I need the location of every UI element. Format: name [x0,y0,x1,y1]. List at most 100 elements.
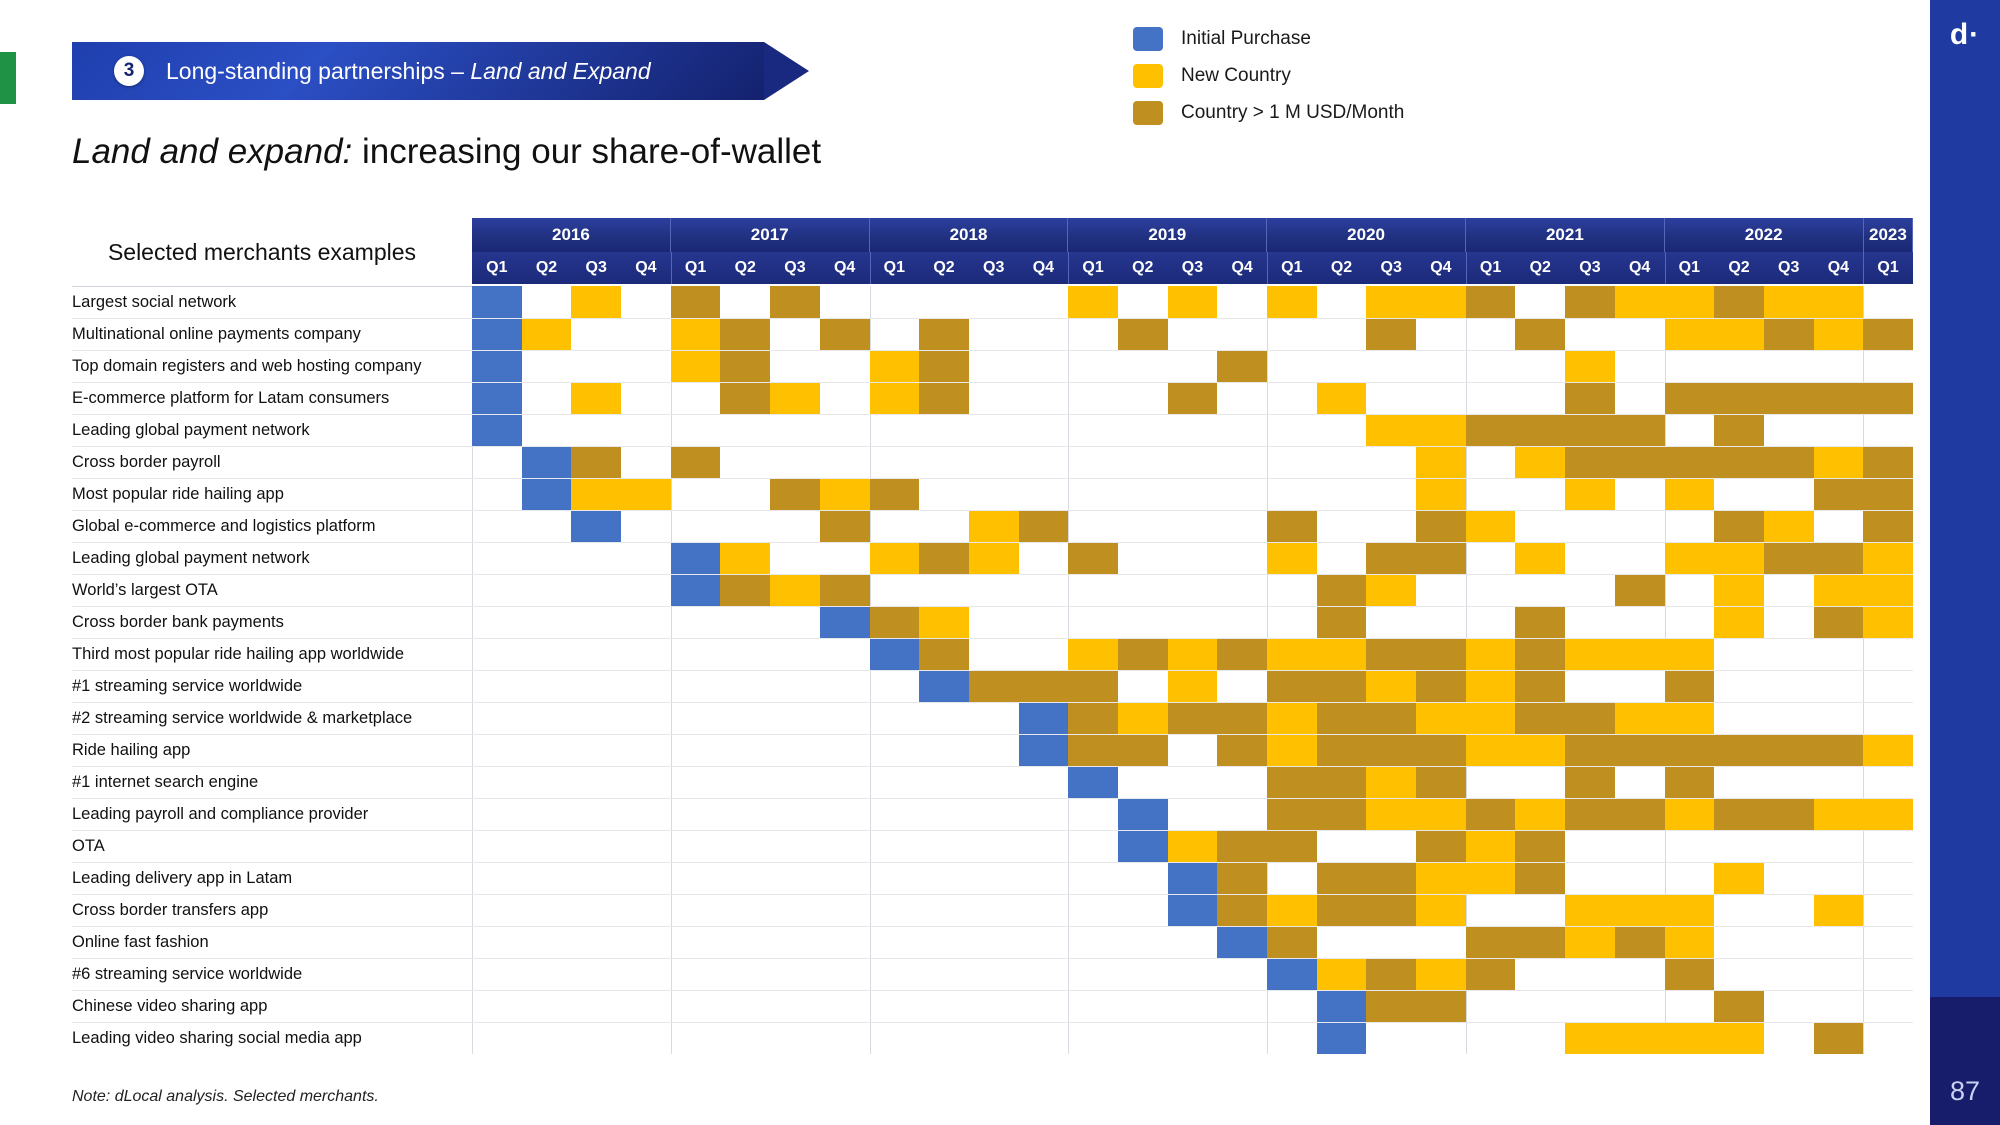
heatmap-cell-2021Q2 [1515,447,1566,478]
heatmap-cell-2018Q4 [1019,447,1069,478]
cell-fill-new-country [1167,639,1218,670]
heatmap-cell-2020Q3 [1366,991,1417,1022]
heatmap-cell-2019Q1 [1068,383,1118,414]
cell-fill-country-1-m-usd-month [1366,991,1417,1022]
heatmap-cell-2022Q1 [1664,351,1715,382]
heatmap-cell-2020Q1 [1267,863,1317,894]
heatmap-cell-2022Q3 [1763,511,1814,542]
heatmap-cell-2017Q3 [770,799,820,830]
cell-fill-new-country [1316,383,1367,414]
heatmap-cell-2022Q4 [1814,831,1864,862]
heatmap-cell-2021Q4 [1614,927,1665,958]
cell-fill-country-1-m-usd-month [1068,703,1118,734]
heatmap-cell-2020Q1 [1267,351,1317,382]
cell-fill-country-1-m-usd-month [1565,767,1615,798]
heatmap-cell-2016Q3 [571,415,621,446]
heatmap-cell-2023Q1 [1863,959,1913,990]
heatmap-cell-2021Q2 [1515,511,1565,542]
cell-fill-country-1-m-usd-month [1813,607,1864,638]
cell-fill-country-1-m-usd-month [1465,927,1516,958]
heatmap-cell-2016Q2 [522,767,572,798]
heatmap-cell-2019Q4 [1217,447,1267,478]
heatmap-cell-2020Q3 [1366,767,1417,798]
cell-fill-country-1-m-usd-month [1416,543,1466,574]
heatmap-cell-2019Q1 [1068,607,1118,638]
heatmap-cell-2020Q1 [1267,639,1317,670]
heatmap-cell-2021Q3 [1565,383,1615,414]
heatmap-cell-2019Q4 [1217,575,1267,606]
heatmap-cell-2021Q1 [1465,286,1516,318]
heatmap-cell-2018Q2 [919,479,969,510]
cell-fill-country-1-m-usd-month [1316,607,1367,638]
heatmap-cell-2017Q4 [820,927,870,958]
heatmap-cell-2020Q3 [1366,286,1417,318]
heatmap-cell-2016Q2 [522,543,572,574]
heatmap-cell-2019Q4 [1217,351,1267,382]
heatmap-cell-2017Q1 [670,286,721,318]
heatmap-cell-2017Q2 [720,991,770,1022]
cell-fill-country-1-m-usd-month [571,447,622,478]
cell-fill-new-country [1465,703,1516,734]
heatmap-cell-2022Q1 [1664,511,1715,542]
heatmap-cell-2020Q2 [1317,831,1367,862]
cell-fill-new-country [1316,959,1367,990]
heatmap-cell-2019Q2 [1118,575,1168,606]
heatmap-cell-2021Q1 [1465,895,1516,926]
heatmap-cell-2016Q1 [472,511,522,542]
heatmap-cell-2019Q2 [1118,671,1168,702]
heatmap-cell-2018Q3 [969,831,1019,862]
heatmap-cell-2021Q4 [1614,1023,1665,1054]
heatmap-cell-2018Q2 [919,831,969,862]
heatmap-row [472,574,1914,606]
heatmap-cell-2020Q2 [1317,319,1367,350]
heatmap-cell-2021Q4 [1614,799,1665,830]
heatmap-cell-2017Q1 [670,991,721,1022]
heatmap-cell-2018Q2 [919,895,969,926]
cell-fill-new-country [1416,286,1466,318]
heatmap-cell-2018Q2 [919,286,969,318]
merchant-label: #1 streaming service worldwide [72,670,472,702]
heatmap-cell-2022Q2 [1714,511,1764,542]
cell-fill-new-country [1565,639,1615,670]
cell-fill-new-country [1267,895,1317,926]
cell-fill-new-country [521,319,572,350]
heatmap-cell-2022Q2 [1714,575,1764,606]
heatmap-cell-2019Q1 [1068,703,1118,734]
heatmap-cell-2017Q1 [670,575,721,606]
cell-fill-country-1-m-usd-month [1664,671,1715,702]
heatmap-cell-2017Q3 [770,607,820,638]
heatmap-cell-2017Q3 [770,863,820,894]
brand-rail: d· 87 [1930,0,2000,1125]
heatmap-cell-2021Q1 [1465,319,1516,350]
cell-fill-new-country [1515,447,1566,478]
heatmap-cell-2016Q4 [621,575,671,606]
heatmap-cell-2016Q4 [621,767,671,798]
heatmap-cell-2018Q3 [969,447,1019,478]
heatmap-cell-2016Q1 [472,479,522,510]
heatmap-cell-2017Q2 [720,959,770,990]
heatmap-cell-2022Q4 [1814,991,1864,1022]
heatmap-cell-2017Q2 [720,351,771,382]
cell-fill-country-1-m-usd-month [720,575,771,606]
heatmap-cell-2021Q2 [1515,767,1565,798]
heatmap-cell-2019Q4 [1217,543,1267,574]
heatmap-cell-2018Q2 [919,959,969,990]
heatmap-cell-2021Q4 [1614,415,1665,446]
heatmap-cell-2018Q1 [869,767,920,798]
heatmap-cell-2021Q2 [1515,1023,1565,1054]
heatmap-cell-2019Q2 [1118,511,1168,542]
heatmap-row [472,446,1914,478]
heatmap-cell-2018Q2 [919,991,969,1022]
heatmap-cell-2016Q1 [472,319,522,350]
legend-swatch-yellow-icon [1133,63,1163,88]
cell-fill-country-1-m-usd-month [1167,383,1218,414]
heatmap-cell-2020Q4 [1416,1023,1466,1054]
heatmap-cell-2020Q2 [1317,415,1367,446]
heatmap-cell-2022Q4 [1814,351,1864,382]
heatmap-cell-2021Q1 [1465,543,1516,574]
cell-fill-initial-purchase [1316,1023,1367,1054]
heatmap-cell-2018Q3 [969,767,1019,798]
heatmap-cell-2019Q4 [1217,671,1267,702]
heatmap-cell-2019Q3 [1168,479,1218,510]
heatmap-cell-2023Q1 [1863,351,1913,382]
